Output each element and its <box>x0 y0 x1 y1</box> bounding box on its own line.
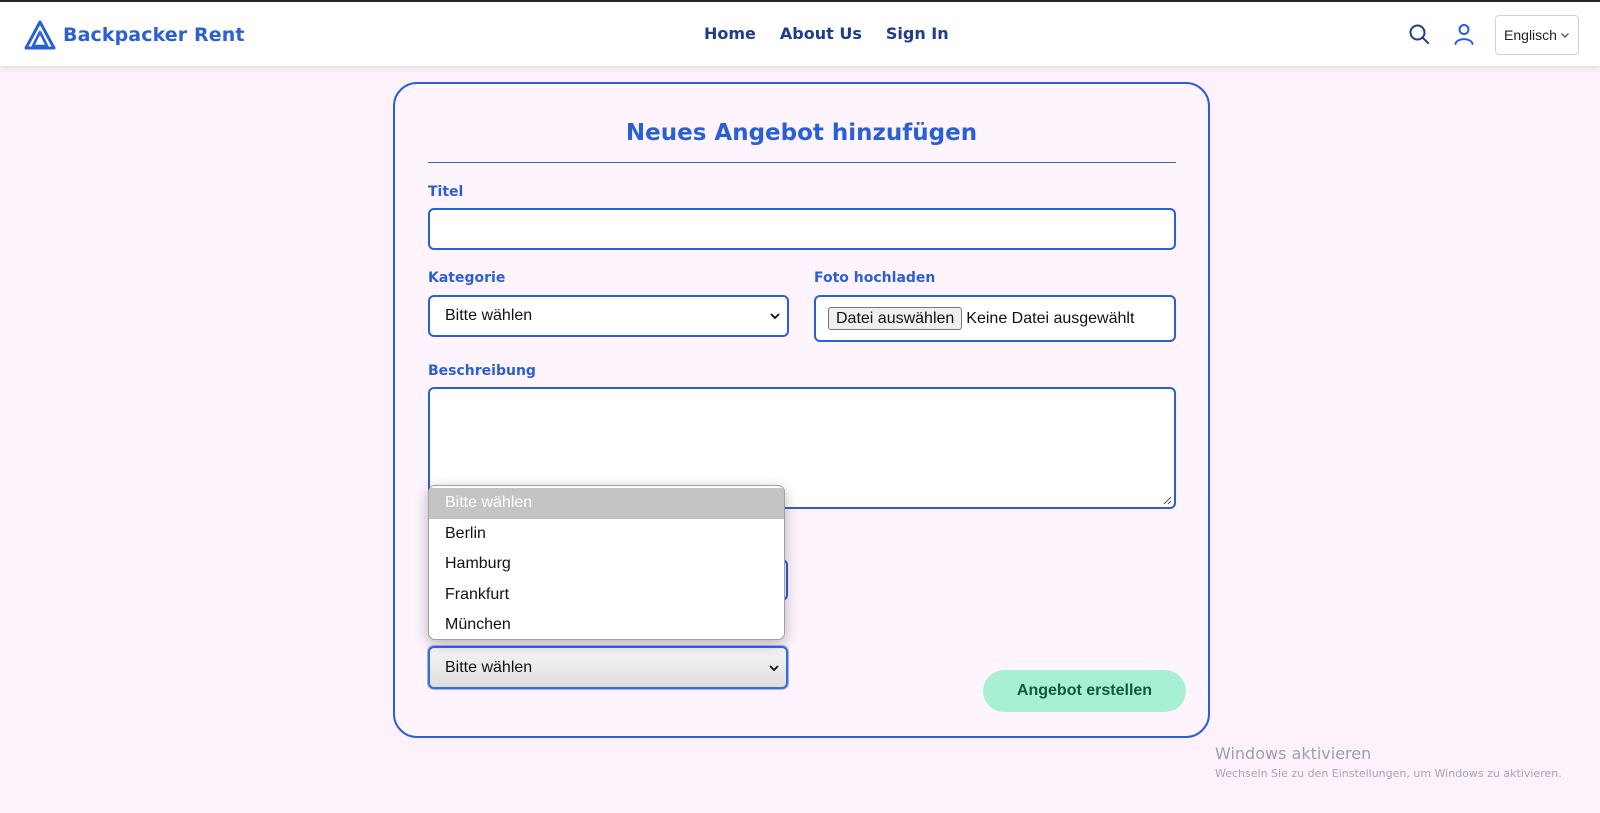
photo-upload-field: Datei auswählen Keine Datei ausgewählt <box>814 295 1176 342</box>
dropdown-option-placeholder[interactable]: Bitte wählen <box>429 488 784 519</box>
logo-triangle-icon <box>24 20 56 50</box>
dropdown-option-hamburg[interactable]: Hamburg <box>429 549 784 580</box>
city-dropdown-list: Bitte wählen Berlin Hamburg Frankfurt Mü… <box>428 485 785 640</box>
chevron-down-icon <box>769 664 779 671</box>
windows-activation-title: Windows aktivieren <box>1215 744 1372 763</box>
dropdown-option-berlin[interactable]: Berlin <box>429 519 784 550</box>
dropdown-option-muenchen[interactable]: München <box>429 610 784 639</box>
navbar: Backpacker Rent Home About Us Sign In En… <box>0 0 1600 66</box>
nav-link-sign-in[interactable]: Sign In <box>886 24 949 43</box>
category-field-label: Kategorie <box>428 270 506 286</box>
search-icon[interactable] <box>1407 22 1431 46</box>
category-select[interactable]: Bitte wählen <box>428 295 789 337</box>
windows-activation-subtitle: Wechseln Sie zu den Einstellungen, um Wi… <box>1215 767 1562 780</box>
brand-name: Backpacker Rent <box>63 24 245 46</box>
city-select-value: Bitte wählen <box>445 658 533 676</box>
nav-link-about-us[interactable]: About Us <box>780 24 862 43</box>
language-select[interactable]: Englisch <box>1495 15 1579 55</box>
create-offer-button[interactable]: Angebot erstellen <box>983 670 1186 712</box>
title-field-label: Titel <box>428 184 464 200</box>
form-title: Neues Angebot hinzufügen <box>625 120 978 146</box>
dropdown-option-frankfurt[interactable]: Frankfurt <box>429 580 784 611</box>
photo-field-label: Foto hochladen <box>814 270 936 286</box>
chevron-down-icon <box>1561 33 1569 38</box>
title-divider <box>428 162 1176 163</box>
nav-links: Home About Us Sign In <box>704 24 949 43</box>
chevron-down-icon <box>770 313 780 320</box>
title-input[interactable] <box>428 208 1176 250</box>
choose-file-button[interactable]: Datei auswählen <box>828 307 963 330</box>
file-status-text: Keine Datei ausgewählt <box>966 309 1135 327</box>
category-select-value: Bitte wählen <box>445 307 533 324</box>
description-field-label: Beschreibung <box>428 363 536 379</box>
user-icon[interactable] <box>1452 22 1476 46</box>
city-select[interactable]: Bitte wählen <box>428 646 788 689</box>
language-label: Englisch <box>1504 27 1557 43</box>
brand-link[interactable]: Backpacker Rent <box>24 18 245 52</box>
resize-grip-icon[interactable] <box>1162 495 1172 505</box>
nav-link-home[interactable]: Home <box>704 24 756 43</box>
